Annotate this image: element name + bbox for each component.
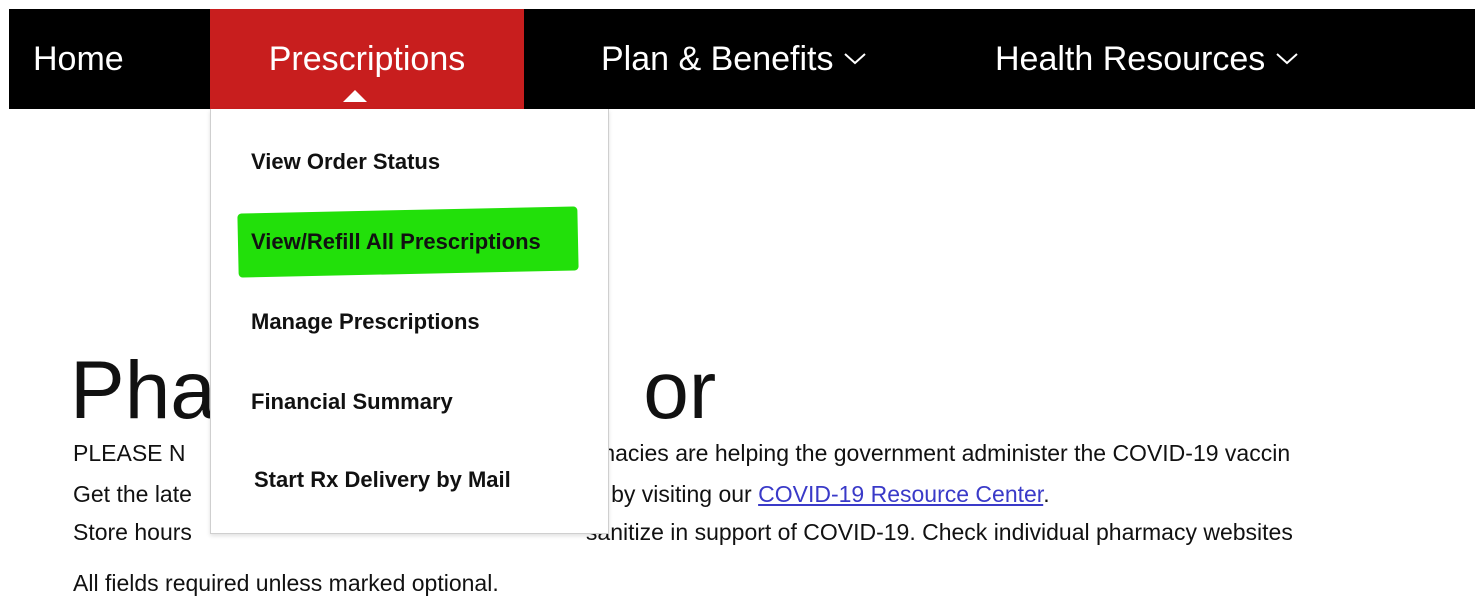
dropdown-caret [343,90,367,102]
prescriptions-dropdown-menu: View Order Status View/Refill All Prescr… [210,109,609,534]
required-fields-note: All fields required unless marked option… [73,570,499,596]
menu-item-view-refill-all-prescriptions[interactable]: View/Refill All Prescriptions [251,229,541,255]
notice-text-left: PLEASE N [73,440,186,466]
nav-prescriptions[interactable]: Prescriptions [210,9,524,109]
nav-prescriptions-label: Prescriptions [268,39,466,78]
menu-item-financial-summary[interactable]: Financial Summary [251,389,453,415]
nav-home[interactable]: Home [33,9,124,109]
nav-health-resources-label: Health Resources [995,39,1266,78]
covid-resource-center-link[interactable]: COVID-19 Resource Center [758,481,1043,507]
top-navigation: Home Prescriptions Plan & Benefits Healt… [9,9,1475,109]
chevron-down-icon [843,52,867,66]
notice-text-right: armacies are helping the government admi… [575,440,1291,466]
menu-item-manage-prescriptions[interactable]: Manage Prescriptions [251,309,480,335]
chevron-down-icon [1275,52,1299,66]
covid-info-mid: n by visiting our [591,481,752,507]
store-hours-right: sanitize in support of COVID-19. Check i… [585,519,1293,545]
page-title-right: or [643,344,717,436]
nav-plan-benefits-label: Plan & Benefits [601,39,834,78]
menu-item-view-order-status[interactable]: View Order Status [251,149,440,175]
covid-info-left: Get the late [73,481,192,507]
nav-health-resources[interactable]: Health Resources [995,9,1299,109]
nav-plan-benefits[interactable]: Plan & Benefits [601,9,867,109]
covid-info-end: . [1043,481,1050,507]
page: Home Prescriptions Plan & Benefits Healt… [0,0,1475,606]
store-hours-left: Store hours [73,519,192,545]
nav-home-label: Home [33,39,124,78]
menu-item-start-rx-delivery-by-mail[interactable]: Start Rx Delivery by Mail [254,467,511,493]
